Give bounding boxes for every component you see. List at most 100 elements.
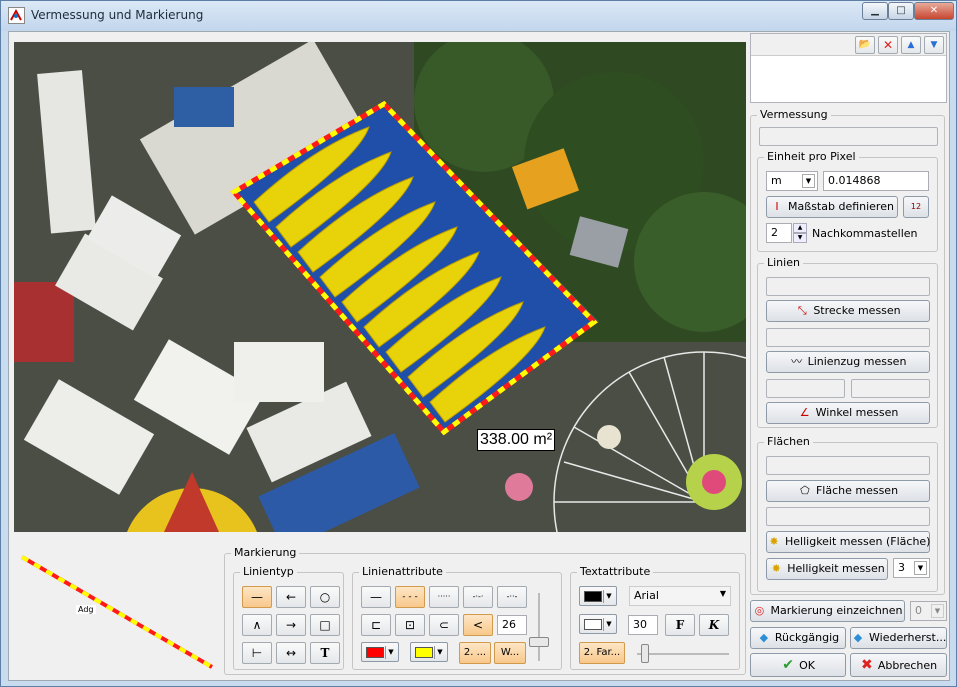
vermessung-group: Vermessung Einheit pro Pixel m ▼ 0.01486… — [750, 108, 945, 595]
helligkeit-result-field — [766, 507, 930, 526]
text-slider-thumb[interactable] — [641, 644, 649, 663]
undo-icon: ◆ — [759, 631, 769, 644]
main-window: Vermessung und Markierung ▁ □ ✕ 338.00 m… — [0, 0, 957, 687]
italic-button[interactable]: K — [699, 614, 729, 636]
mark-icon: ◎ — [754, 604, 765, 617]
line-type-text-icon[interactable]: T — [310, 642, 340, 664]
list-toolbar: 📂 ✕ ▲ ▼ — [751, 34, 946, 56]
mark-button[interactable]: ◎ Markierung einzeichnen — [750, 600, 905, 622]
line-join-icon[interactable]: < — [463, 614, 493, 636]
vermessung-title: Vermessung — [757, 108, 831, 121]
winkel-button[interactable]: ∠ Winkel messen — [766, 402, 930, 424]
w-button[interactable]: W... — [494, 642, 526, 664]
mark-label: Markierung einzeichnen — [770, 604, 903, 617]
define-scale-button[interactable]: Ⅰ Maßstab definieren — [766, 196, 898, 218]
opacity-slider-thumb[interactable] — [529, 637, 549, 647]
winkel-result-field-2 — [851, 379, 930, 398]
text-bg-color-picker[interactable]: ▼ — [579, 614, 617, 634]
delete-icon[interactable]: ✕ — [878, 36, 898, 54]
chevron-down-icon: ▼ — [603, 590, 614, 603]
line-type-arrow-left-icon[interactable]: ← — [276, 586, 306, 608]
text-second-color-button[interactable]: 2. Far... — [579, 642, 625, 664]
linienzug-button[interactable]: 〰 Linienzug messen — [766, 351, 930, 373]
move-up-icon[interactable]: ▲ — [901, 36, 921, 54]
line-type-circle-icon[interactable]: ○ — [310, 586, 340, 608]
unit-select[interactable]: m ▼ — [766, 171, 818, 191]
line-type-line-icon[interactable]: — — [242, 586, 272, 608]
chevron-down-icon: ▼ — [931, 604, 944, 618]
helligkeit-button[interactable]: ✸ Helligkeit messen — [766, 558, 888, 580]
scale-ruler-icon[interactable]: 12 — [903, 196, 929, 218]
line-color-picker[interactable]: ▼ — [361, 642, 399, 662]
line-type-angle-icon[interactable]: ∧ — [242, 614, 272, 636]
open-folder-icon[interactable]: 📂 — [855, 36, 875, 54]
linienzug-label: Linienzug messen — [807, 355, 907, 368]
ruler-icon: Ⅰ — [775, 200, 779, 213]
window-title: Vermessung und Markierung — [31, 8, 204, 22]
markierung-title: Markierung — [231, 546, 300, 559]
line-color2-swatch — [415, 647, 433, 658]
text-color-swatch — [584, 591, 602, 602]
line-dotted-icon[interactable]: ····· — [429, 586, 459, 608]
linien-group: Linien ⤡ Strecke messen 〰 Linienzug messen… — [757, 256, 938, 428]
strecke-result-field — [766, 277, 930, 296]
flaeche-button[interactable]: ⬠ Fläche messen — [766, 480, 930, 502]
flaechen-group: Flächen ⬠ Fläche messen ✸ Helligkeit messe… — [757, 435, 938, 592]
decimals-spinner[interactable]: ▲ ▼ — [793, 223, 807, 243]
line-type-rectangle-icon[interactable]: □ — [310, 614, 340, 636]
decimals-input[interactable]: 2 — [766, 223, 792, 243]
move-down-icon[interactable]: ▼ — [924, 36, 944, 54]
line-color2-picker[interactable]: ▼ — [410, 642, 448, 662]
cancel-icon: ✖ — [860, 657, 873, 673]
maximize-button[interactable]: □ — [888, 2, 914, 20]
spin-down-icon[interactable]: ▼ — [793, 233, 807, 243]
line-type-arrow-right-icon[interactable]: → — [276, 614, 306, 636]
ok-button[interactable]: ✔ OK — [750, 653, 846, 677]
line-color-swatch — [366, 647, 384, 658]
line-dashdot-icon[interactable]: -·-· — [463, 586, 493, 608]
opacity-slider-track — [538, 593, 540, 661]
line-end-square-icon[interactable]: ⊡ — [395, 614, 425, 636]
chevron-down-icon: ▼ — [719, 589, 726, 598]
decimals-label: Nachkommastellen — [812, 227, 918, 240]
font-size-input[interactable]: 30 — [628, 615, 658, 635]
mark-count-select[interactable]: 0 ▼ — [910, 601, 947, 621]
scale-value-input[interactable]: 0.014868 — [823, 171, 929, 191]
redo-button[interactable]: ◆ Wiederherst... — [850, 627, 947, 649]
einheit-title: Einheit pro Pixel — [764, 150, 859, 163]
line-type-dimension-icon[interactable]: ⊢ — [242, 642, 272, 664]
line-end-flat-icon[interactable]: ⊏ — [361, 614, 391, 636]
strecke-label: Strecke messen — [813, 304, 901, 317]
font-select[interactable]: Arial ▼ — [629, 586, 731, 606]
line-dashed-icon[interactable]: - - - — [395, 586, 425, 608]
helligkeit-flaeche-button[interactable]: ✸ Helligkeit messen (Fläche) — [766, 531, 930, 553]
markings-list[interactable]: 📂 ✕ ▲ ▼ — [750, 33, 947, 103]
line-solid-icon[interactable]: — — [361, 586, 391, 608]
second-color-button[interactable]: 2. ... — [459, 642, 491, 664]
chevron-down-icon: ▼ — [385, 646, 396, 659]
text-color-picker[interactable]: ▼ — [579, 586, 617, 606]
linienattribute-group: Linienattribute — - - - ····· -·-· -··- … — [352, 565, 562, 670]
line-width-input[interactable]: 26 — [497, 615, 527, 635]
cancel-button[interactable]: ✖ Abbrechen — [850, 653, 947, 677]
flaeche-label: Fläche messen — [815, 484, 899, 497]
bold-button[interactable]: F — [665, 614, 695, 636]
chevron-down-icon: ▼ — [802, 174, 815, 188]
vermessung-result-field — [759, 127, 938, 146]
aerial-photo — [14, 42, 746, 532]
minimize-button[interactable]: ▁ — [862, 2, 888, 20]
image-canvas[interactable]: 338.00 m² — [14, 42, 746, 532]
redo-icon: ◆ — [853, 631, 863, 644]
strecke-button[interactable]: ⤡ Strecke messen — [766, 300, 930, 322]
helligkeit-size-select[interactable]: 3 ▼ — [893, 558, 930, 578]
font-value: Arial — [634, 589, 659, 602]
line-end-round-icon[interactable]: ⊂ — [429, 614, 459, 636]
undo-button[interactable]: ◆ Rückgängig — [750, 627, 846, 649]
angle-icon: ∠ — [799, 406, 810, 419]
linientyp-title: Linientyp — [240, 565, 297, 578]
line-type-double-arrow-icon[interactable]: ↔ — [276, 642, 306, 664]
line-dashdotdot-icon[interactable]: -··- — [497, 586, 527, 608]
spin-up-icon[interactable]: ▲ — [793, 223, 807, 233]
close-button[interactable]: ✕ — [914, 2, 954, 20]
ok-label: OK — [799, 659, 815, 672]
